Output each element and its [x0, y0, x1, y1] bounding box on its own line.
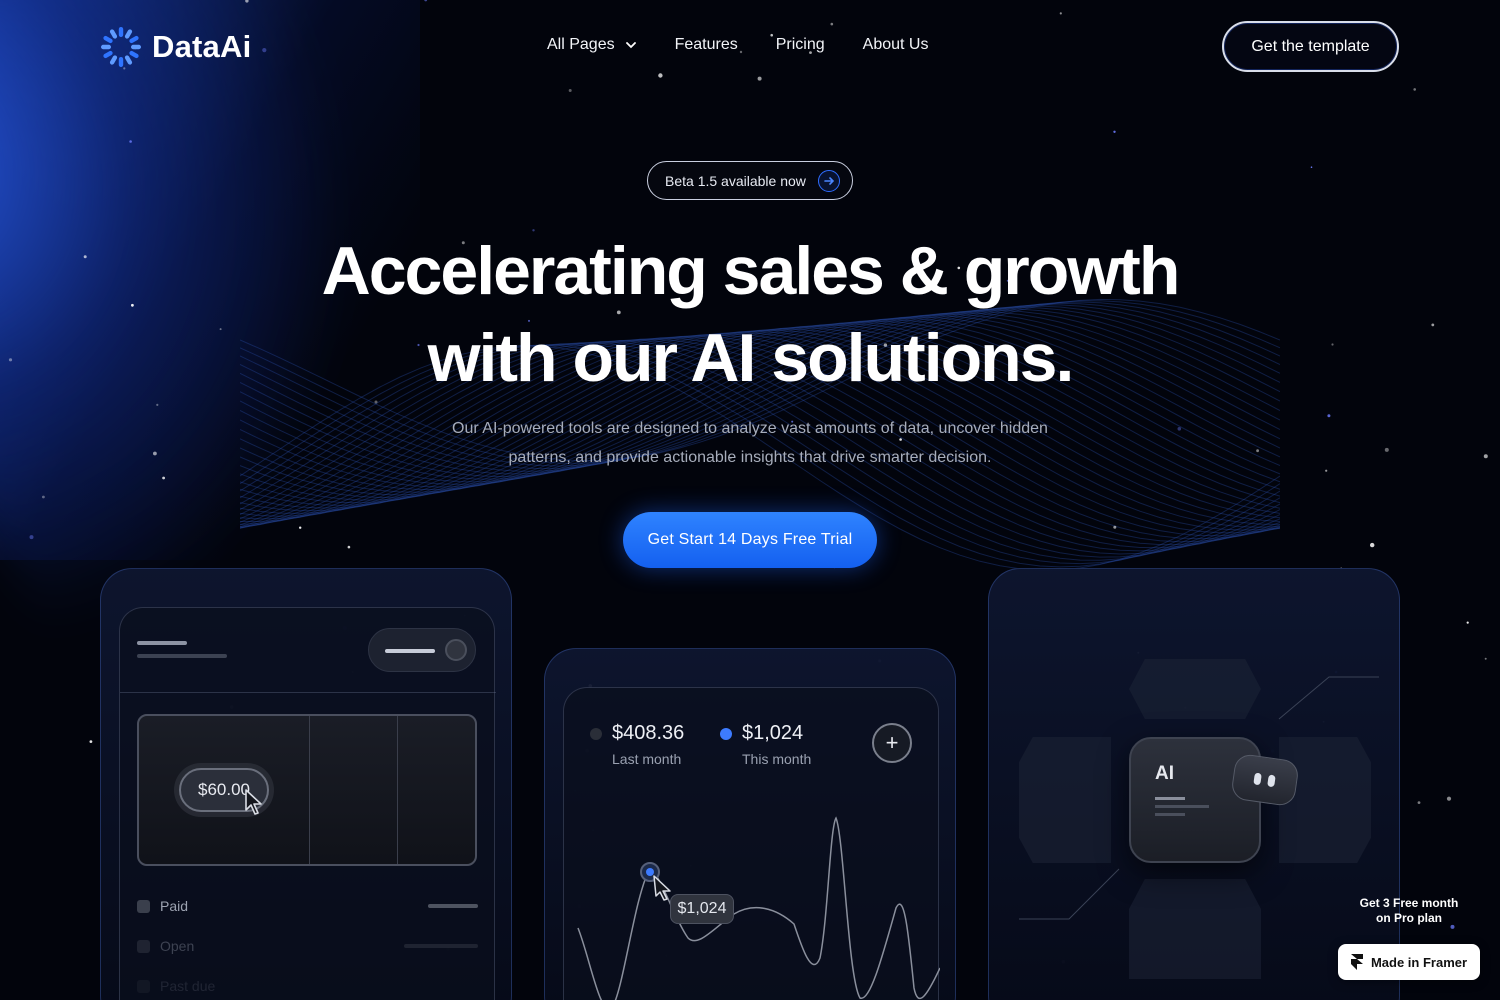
- plus-icon: +: [885, 730, 899, 755]
- checkbox-icon: [137, 939, 150, 953]
- stat-value: $1,024: [742, 722, 804, 744]
- toggle-switch[interactable]: [368, 628, 476, 672]
- robot-icon: [1230, 752, 1300, 808]
- column-divider: [309, 716, 310, 864]
- stat-value: $408.36: [612, 722, 685, 744]
- list-item: Paid: [137, 898, 188, 914]
- stat-label: This month: [742, 751, 812, 767]
- stat-last-month: $408.36 Last month: [590, 722, 684, 767]
- promo-text: Get 3 Free month on Pro plan: [1340, 896, 1478, 926]
- stat-label: Last month: [612, 751, 682, 767]
- headline-line-1: Accelerating sales & growth: [321, 233, 1181, 309]
- placeholder-bar: [137, 641, 187, 645]
- placeholder-bar: [428, 904, 478, 908]
- placeholder-bar: [404, 944, 478, 948]
- list-item: Open: [137, 938, 194, 954]
- toggle-line: [385, 649, 435, 653]
- robot-eye: [1253, 772, 1262, 786]
- list-item: Past due: [137, 978, 215, 994]
- placeholder-bar: [1155, 797, 1185, 800]
- brand-name: DataAi: [152, 29, 252, 64]
- nav-item-label: Pricing: [775, 36, 825, 53]
- nav-item-about-us[interactable]: About Us: [863, 36, 929, 54]
- nav-item-pricing[interactable]: Pricing: [776, 36, 825, 54]
- ai-card: AI: [988, 568, 1400, 1000]
- promo-line-2: on Pro plan: [1376, 911, 1442, 925]
- status-label: Paid: [160, 898, 189, 914]
- logo-icon: [101, 27, 141, 67]
- nav-item-label: About Us: [862, 36, 929, 53]
- arrow-right-icon: [817, 169, 840, 192]
- add-button[interactable]: +: [872, 723, 912, 763]
- legend-dot: [590, 727, 602, 740]
- logo[interactable]: DataAi: [100, 26, 251, 68]
- placeholder-bar: [137, 654, 227, 658]
- chart-line: [577, 816, 940, 1000]
- nav-item-label: All Pages: [547, 36, 615, 53]
- placeholder-bar: [1155, 805, 1209, 808]
- nav-links: All Pages Features Pricing About Us: [547, 36, 928, 54]
- made-in-framer-button[interactable]: Made in Framer: [1338, 944, 1480, 980]
- cursor-icon: [245, 789, 262, 815]
- ai-label: AI: [1155, 763, 1174, 784]
- beta-badge-label: Beta 1.5 available now: [665, 172, 806, 189]
- robot-eye: [1267, 774, 1276, 788]
- nav-item-label: Features: [674, 36, 738, 53]
- beta-badge[interactable]: Beta 1.5 available now: [647, 161, 853, 200]
- payment-panel: $60.00 Paid Open Past due: [119, 607, 496, 1000]
- column-divider: [397, 716, 398, 864]
- checkbox-icon: [137, 979, 150, 993]
- framer-logo-icon: [1350, 954, 1363, 970]
- status-label: Past due: [160, 978, 216, 994]
- get-template-button[interactable]: Get the template: [1222, 21, 1399, 72]
- revenue-card: $408.36 Last month $1,024 This month + $…: [544, 648, 956, 1000]
- checkbox-icon: [137, 899, 150, 913]
- promo-line-1: Get 3 Free month: [1359, 896, 1459, 910]
- top-nav: DataAi All Pages Features Pricing About …: [0, 0, 1500, 92]
- divider: [120, 692, 496, 693]
- placeholder-bar: [1155, 813, 1185, 816]
- chart-point-inner: [646, 868, 654, 876]
- headline-line-2: with our AI solutions.: [427, 320, 1075, 396]
- status-label: Open: [160, 938, 195, 954]
- subtitle-line-1: Our AI-powered tools are designed to ana…: [452, 420, 1048, 437]
- revenue-panel: $408.36 Last month $1,024 This month + $…: [563, 687, 940, 1000]
- framer-label: Made in Framer: [1370, 954, 1468, 970]
- chart-tooltip: $1,024: [670, 894, 734, 924]
- revenue-line-chart: [577, 816, 940, 1000]
- legend-dot: [720, 727, 732, 740]
- hero-subtitle: Our AI-powered tools are designed to ana…: [420, 414, 1080, 472]
- payment-card: $60.00 Paid Open Past due: [100, 568, 512, 1000]
- price-selector: $60.00: [137, 714, 477, 866]
- free-trial-button[interactable]: Get Start 14 Days Free Trial: [623, 512, 877, 568]
- toggle-knob: [445, 639, 467, 661]
- nav-item-all-pages[interactable]: All Pages: [547, 36, 637, 54]
- subtitle-line-2: patterns, and provide actionable insight…: [508, 449, 992, 466]
- chevron-down-icon: [625, 42, 636, 49]
- nav-item-features[interactable]: Features: [675, 36, 738, 54]
- stat-this-month: $1,024 This month: [720, 722, 811, 767]
- hero-headline: Accelerating sales & growth with our AI …: [0, 228, 1500, 402]
